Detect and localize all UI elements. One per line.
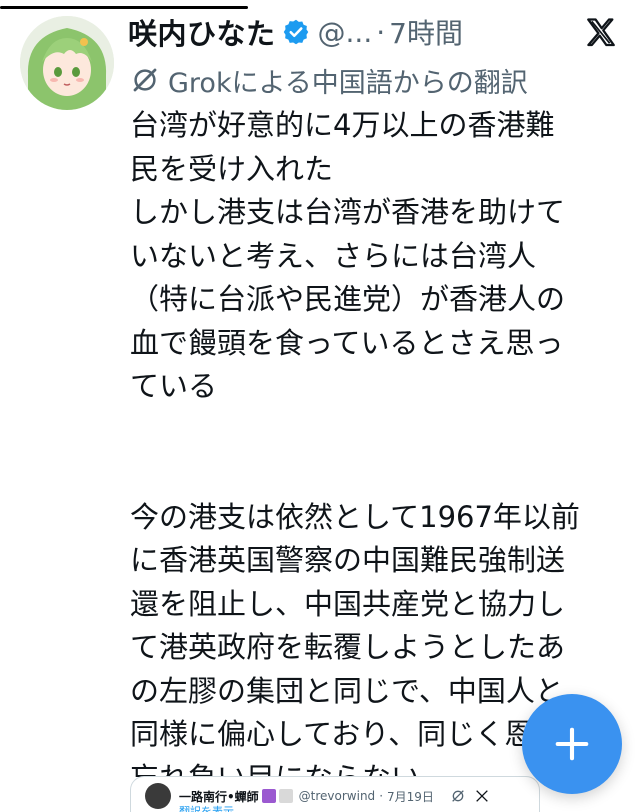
verified-badge-icon[interactable]: [282, 18, 310, 46]
separator-dot: ·: [379, 789, 384, 803]
post-header: 咲内ひなた @... · 7時間: [128, 10, 463, 54]
grey-badge-icon: [278, 789, 293, 803]
plus-icon: [555, 727, 589, 761]
post-timestamp[interactable]: 7時間: [389, 12, 463, 52]
quoted-post-card[interactable]: 一路南行•蟬師 @trevorwind · 7月19日 翻訳を表示: [130, 776, 540, 812]
display-name[interactable]: 咲内ひなた: [128, 11, 276, 53]
quoted-handle: @trevorwind: [298, 789, 376, 803]
separator-dot: ·: [376, 15, 386, 49]
x-logo-icon[interactable]: [584, 16, 618, 50]
post-paragraph: 台湾が好意的に4万以上の香港難 民を受け入れた しかし港支は台湾が香港を助けて …: [130, 108, 566, 403]
purple-badge-icon: [261, 789, 276, 803]
avatar[interactable]: [20, 16, 114, 110]
top-divider: [0, 6, 248, 9]
show-translation-link[interactable]: 翻訳を表示: [179, 803, 234, 812]
x-logo-icon: [476, 790, 488, 802]
grok-icon: [130, 65, 160, 95]
quoted-date: 7月19日: [387, 789, 434, 804]
quoted-display-name: 一路南行•蟬師: [179, 789, 259, 804]
compose-button[interactable]: [522, 694, 622, 794]
post-body: 台湾が好意的に4万以上の香港難 民を受け入れた しかし港支は台湾が香港を助けて …: [130, 104, 618, 800]
user-handle[interactable]: @...: [318, 16, 373, 49]
translation-label: Grokによる中国語からの翻訳: [168, 67, 528, 99]
grok-icon: [452, 790, 464, 802]
translation-notice[interactable]: Grokによる中国語からの翻訳: [130, 60, 528, 100]
quoted-avatar: [145, 783, 171, 809]
quoted-icons: [450, 788, 498, 804]
